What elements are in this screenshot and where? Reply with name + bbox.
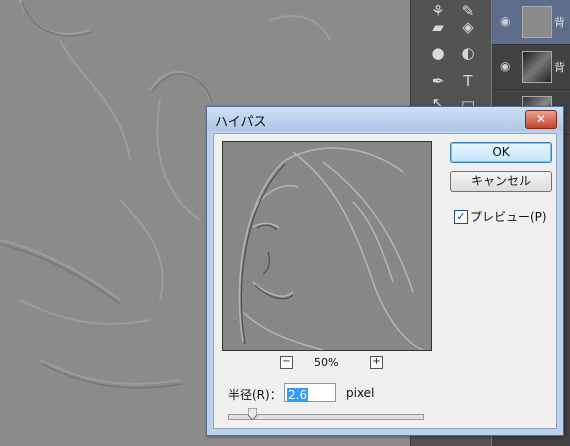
filter-preview[interactable] [222,141,432,351]
eye-icon[interactable]: ◉ [500,59,514,73]
layer-row[interactable]: ◉ 背 [492,0,570,45]
preview-checkbox[interactable]: ✓ [454,210,468,224]
preview-image [223,142,431,350]
layer-thumbnail [522,6,552,38]
close-button[interactable]: ✕ [525,110,557,129]
eye-icon[interactable]: ◉ [500,14,514,28]
radius-unit: pixel [346,386,375,400]
minus-icon: − [282,356,291,367]
zoom-level: 50% [314,356,339,369]
bucket-icon[interactable]: ◈ [457,16,479,38]
checkmark-icon: ✓ [456,210,466,223]
layer-thumbnail [522,51,552,83]
dialog-titlebar[interactable]: ハイパス ✕ [207,107,563,131]
ok-button[interactable]: OK [450,142,552,163]
eraser-icon[interactable]: ▰ [427,16,449,38]
zoom-out-button[interactable]: − [280,356,293,369]
preview-label: プレビュー(P) [470,210,547,224]
close-icon: ✕ [535,112,547,126]
dodge-icon[interactable]: ◐ [457,42,479,64]
dialog-body: − 50% + OK キャンセル ✓ プレビュー(P) 半径(R)： 2.6 p… [213,133,557,429]
high-pass-dialog: ハイパス ✕ − 50% + OK キャンセル ✓ プレビュー(P) 半径(R)… [206,106,564,436]
blur-icon[interactable]: ● [427,42,449,64]
radius-slider-track[interactable] [228,414,424,420]
zoom-in-button[interactable]: + [370,356,383,369]
type-icon[interactable]: T [457,70,479,92]
radius-slider-thumb[interactable] [248,408,257,420]
radius-input[interactable]: 2.6 [284,383,336,402]
radius-label: 半径(R)： [228,388,282,402]
layer-name: 背 [554,16,565,29]
plus-icon: + [372,356,381,367]
dialog-title: ハイパス [215,115,267,130]
layer-name: 背 [554,61,565,74]
layer-row[interactable]: ◉ 背 [492,45,570,90]
pen-icon[interactable]: ✒ [427,70,449,92]
cancel-button[interactable]: キャンセル [450,171,552,192]
radius-value: 2.6 [287,388,309,402]
